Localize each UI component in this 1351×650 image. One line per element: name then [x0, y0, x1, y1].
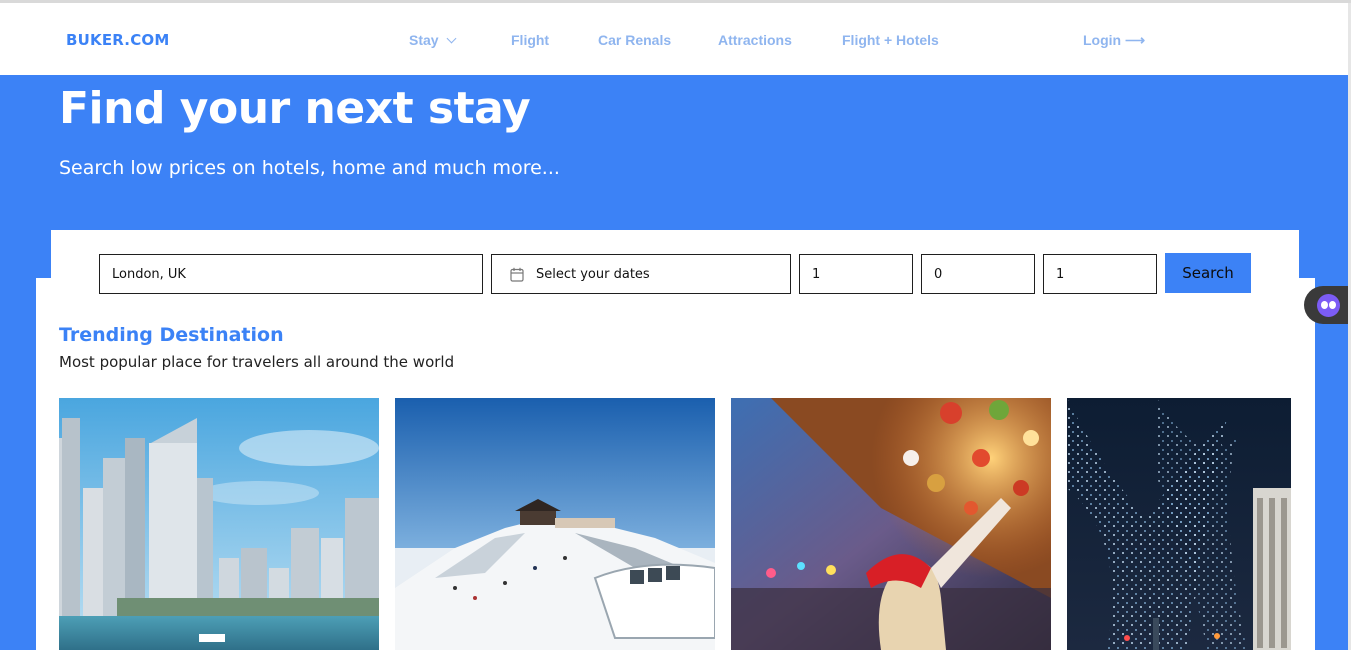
destination-card-market[interactable] — [731, 398, 1051, 650]
nav-item-flight[interactable]: Flight — [511, 32, 549, 48]
rooms-input[interactable]: 1 — [1043, 254, 1157, 294]
nav-item-flight-hotels[interactable]: Flight + Hotels — [842, 32, 939, 48]
destination-input[interactable]: London, UK — [99, 254, 483, 294]
hero-title: Find your next stay — [59, 83, 531, 134]
destination-card-city[interactable] — [59, 398, 379, 650]
nav-item-stay-label: Stay — [409, 32, 439, 48]
christmas-market-image — [731, 398, 1051, 650]
children-value: 0 — [934, 266, 943, 282]
calendar-icon — [510, 267, 524, 282]
nav-item-attractions[interactable]: Attractions — [718, 32, 792, 48]
nav-item-stay[interactable]: Stay — [409, 32, 457, 48]
destination-card-mountain[interactable] — [395, 398, 715, 650]
destination-value: London, UK — [112, 266, 186, 282]
rooms-value: 1 — [1056, 266, 1065, 282]
site-logo[interactable]: BUKER.COM — [66, 31, 170, 49]
trending-title: Trending Destination — [59, 324, 284, 346]
trending-subtitle: Most popular place for travelers all aro… — [59, 353, 455, 371]
assistant-bot-icon — [1317, 293, 1340, 317]
snowy-mountain-image — [395, 398, 715, 650]
adults-value: 1 — [812, 266, 821, 282]
city-skyline-image — [59, 398, 379, 650]
nav-item-car-rentals[interactable]: Car Renals — [598, 32, 671, 48]
adults-input[interactable]: 1 — [799, 254, 913, 294]
destination-card-lights[interactable] — [1067, 398, 1291, 650]
children-input[interactable]: 0 — [921, 254, 1035, 294]
search-button[interactable]: Search — [1165, 253, 1251, 293]
illuminated-trees-image — [1067, 398, 1291, 650]
top-navbar: BUKER.COM Stay Flight Car Renals Attract… — [0, 3, 1348, 75]
assistant-extension-button[interactable] — [1304, 286, 1351, 324]
date-picker-field[interactable]: Select your dates — [491, 254, 791, 294]
date-placeholder: Select your dates — [536, 266, 650, 282]
login-link[interactable]: Login ⟶ — [1083, 32, 1145, 49]
chevron-down-icon — [446, 33, 457, 44]
hero-subtitle: Search low prices on hotels, home and mu… — [59, 157, 560, 179]
